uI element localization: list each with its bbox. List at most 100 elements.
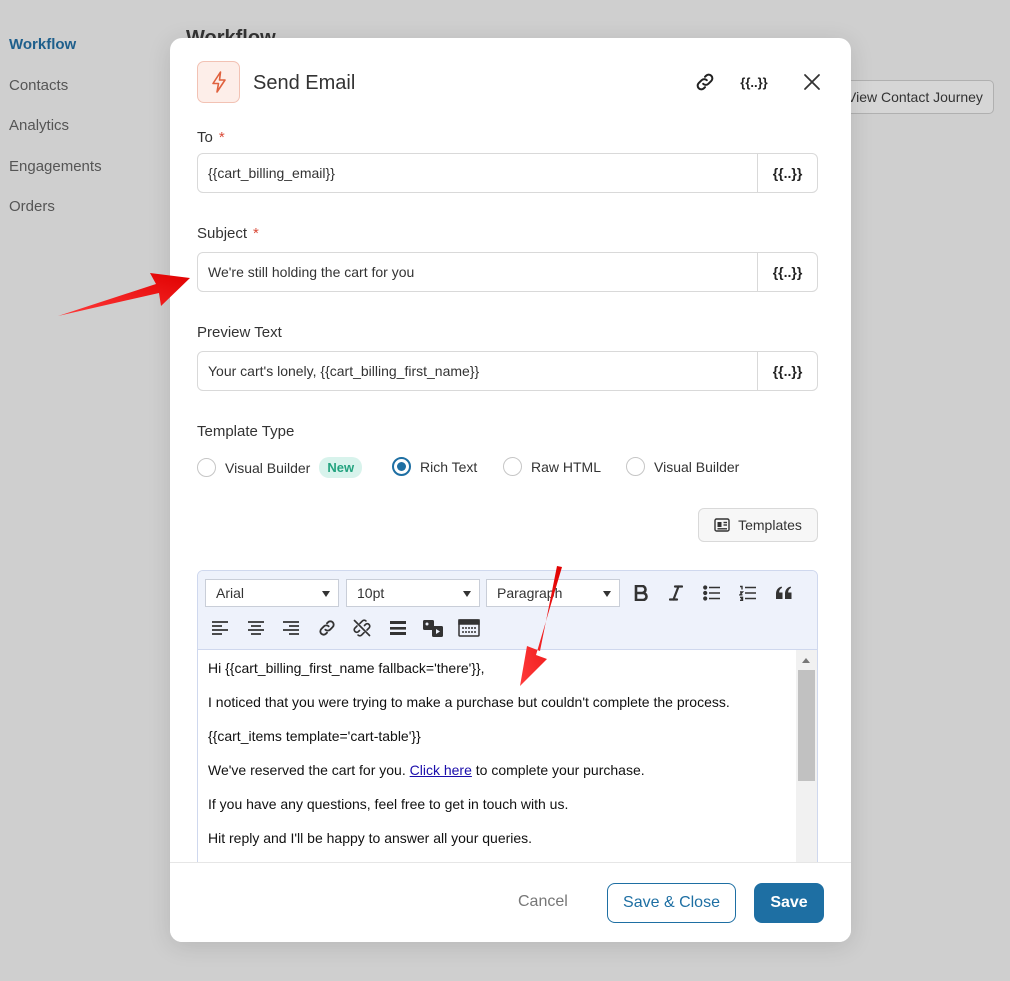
- email-line-cart-items: {{cart_items template='cart-table'}}: [208, 728, 421, 744]
- block-format-select[interactable]: Paragraph: [486, 579, 620, 607]
- radio-icon: [197, 458, 216, 477]
- to-label: To *: [197, 129, 225, 146]
- email-line-greeting: Hi {{cart_billing_first_name fallback='t…: [208, 660, 485, 676]
- block-format-value: Paragraph: [497, 585, 563, 601]
- sidebar-item-engagements[interactable]: Engagements: [9, 158, 102, 175]
- header-icon-box: [197, 61, 240, 103]
- font-family-select[interactable]: Arial: [205, 579, 339, 607]
- required-mark: *: [218, 129, 225, 146]
- merge-tag-header-button[interactable]: {{..}}: [736, 68, 772, 96]
- align-center-icon: [248, 621, 264, 635]
- bullet-list-button[interactable]: [698, 579, 726, 607]
- scroll-up-arrow-icon[interactable]: [802, 658, 810, 663]
- numbered-list-icon: [739, 585, 756, 601]
- rich-text-editor: Arial 10pt Paragraph Hi {{cart_billing_f…: [197, 570, 818, 910]
- align-center-button[interactable]: [242, 614, 270, 642]
- save-and-close-button[interactable]: Save & Close: [607, 883, 736, 923]
- radio-label: Rich Text: [420, 458, 478, 475]
- view-contact-journey-button[interactable]: View Contact Journey: [830, 80, 994, 114]
- bullet-list-icon: [703, 585, 720, 601]
- radio-selected-icon: [392, 457, 411, 476]
- bold-button[interactable]: [627, 579, 655, 607]
- blockquote-button[interactable]: [770, 579, 798, 607]
- template-option-visual-builder-new[interactable]: Visual Builder New: [197, 457, 363, 478]
- numbered-list-button[interactable]: [734, 579, 762, 607]
- complete-purchase-text: to complete your purchase.: [471, 762, 645, 778]
- unlink-icon: [353, 619, 371, 637]
- media-icon: [423, 620, 443, 637]
- close-button[interactable]: [798, 68, 826, 96]
- templates-button[interactable]: Templates: [698, 508, 818, 542]
- caret-down-icon: [463, 591, 471, 597]
- reserved-text: We've reserved the cart for you.: [208, 762, 410, 778]
- close-icon: [804, 74, 820, 90]
- bold-icon: [634, 585, 648, 601]
- italic-button[interactable]: [662, 579, 690, 607]
- link-icon: [319, 620, 335, 636]
- font-size-select[interactable]: 10pt: [346, 579, 480, 607]
- new-badge: New: [319, 457, 363, 478]
- templates-icon: [714, 518, 730, 532]
- merge-tag-icon: {{..}}: [740, 74, 768, 90]
- preview-text-label: Preview Text: [197, 324, 282, 341]
- insert-media-button[interactable]: [419, 614, 447, 642]
- horizontal-rule-icon: [390, 621, 406, 635]
- to-label-text: To: [197, 129, 213, 146]
- background-sidebar: Workflow Contacts Analytics Engagements …: [0, 0, 170, 981]
- subject-label-text: Subject: [197, 225, 248, 242]
- subject-label: Subject *: [197, 225, 259, 242]
- modal-title: Send Email: [253, 72, 356, 94]
- align-right-icon: [283, 621, 299, 635]
- save-button[interactable]: Save: [754, 883, 824, 923]
- radio-icon: [626, 457, 645, 476]
- align-left-button[interactable]: [206, 614, 234, 642]
- subject-input[interactable]: We're still holding the cart for you: [198, 253, 757, 291]
- insert-link-button[interactable]: [313, 614, 341, 642]
- to-field: {{cart_billing_email}} {{..}}: [197, 153, 818, 193]
- template-type-options: Visual Builder New Rich Text Raw HTML Vi…: [197, 457, 817, 479]
- unlink-button[interactable]: [348, 614, 376, 642]
- to-merge-tag-button[interactable]: {{..}}: [757, 154, 817, 192]
- radio-icon: [503, 457, 522, 476]
- link-button[interactable]: [691, 68, 719, 96]
- align-right-button[interactable]: [277, 614, 305, 642]
- email-line-reserved: We've reserved the cart for you. Click h…: [208, 762, 786, 779]
- subject-merge-tag-button[interactable]: {{..}}: [757, 253, 817, 291]
- email-line-questions: If you have any questions, feel free to …: [208, 796, 569, 812]
- templates-label: Templates: [738, 517, 802, 533]
- modal-footer: Cancel Save & Close Save: [170, 862, 851, 942]
- preview-text-field: Your cart's lonely, {{cart_billing_first…: [197, 351, 818, 391]
- click-here-link[interactable]: Click here: [410, 762, 472, 778]
- italic-icon: [669, 585, 683, 601]
- caret-down-icon: [322, 591, 330, 597]
- align-left-icon: [212, 621, 228, 635]
- caret-down-icon: [603, 591, 611, 597]
- send-email-modal: Send Email {{..}} To * {{cart_billing_ema…: [170, 38, 851, 942]
- radio-label: Visual Builder: [654, 458, 740, 475]
- radio-label: Visual Builder: [225, 459, 311, 476]
- link-icon: [696, 73, 714, 91]
- to-input[interactable]: {{cart_billing_email}}: [198, 154, 757, 192]
- template-option-visual-builder[interactable]: Visual Builder: [626, 457, 739, 476]
- sidebar-item-orders[interactable]: Orders: [9, 198, 55, 215]
- editor-toolbar: Arial 10pt Paragraph: [198, 571, 817, 650]
- scrollbar-thumb[interactable]: [798, 670, 815, 781]
- preview-merge-tag-button[interactable]: {{..}}: [757, 352, 817, 390]
- font-size-value: 10pt: [357, 585, 385, 601]
- sidebar-item-workflow[interactable]: Workflow: [9, 36, 76, 53]
- keyboard-icon: [458, 619, 480, 637]
- subject-field: We're still holding the cart for you {{.…: [197, 252, 818, 292]
- cancel-button[interactable]: Cancel: [518, 893, 568, 911]
- preview-text-input[interactable]: Your cart's lonely, {{cart_billing_first…: [198, 352, 757, 390]
- email-line-intro: I noticed that you were trying to make a…: [208, 694, 730, 710]
- sidebar-item-contacts[interactable]: Contacts: [9, 77, 68, 94]
- source-code-button[interactable]: [455, 614, 483, 642]
- radio-label: Raw HTML: [531, 458, 602, 475]
- required-mark: *: [253, 225, 259, 242]
- email-line-reply: Hit reply and I'll be happy to answer al…: [208, 830, 533, 846]
- horizontal-rule-button[interactable]: [384, 614, 412, 642]
- template-option-raw-html[interactable]: Raw HTML: [503, 457, 601, 476]
- sidebar-item-analytics[interactable]: Analytics: [9, 117, 69, 134]
- template-option-rich-text[interactable]: Rich Text: [392, 457, 477, 476]
- lightning-bolt-icon: [211, 71, 226, 93]
